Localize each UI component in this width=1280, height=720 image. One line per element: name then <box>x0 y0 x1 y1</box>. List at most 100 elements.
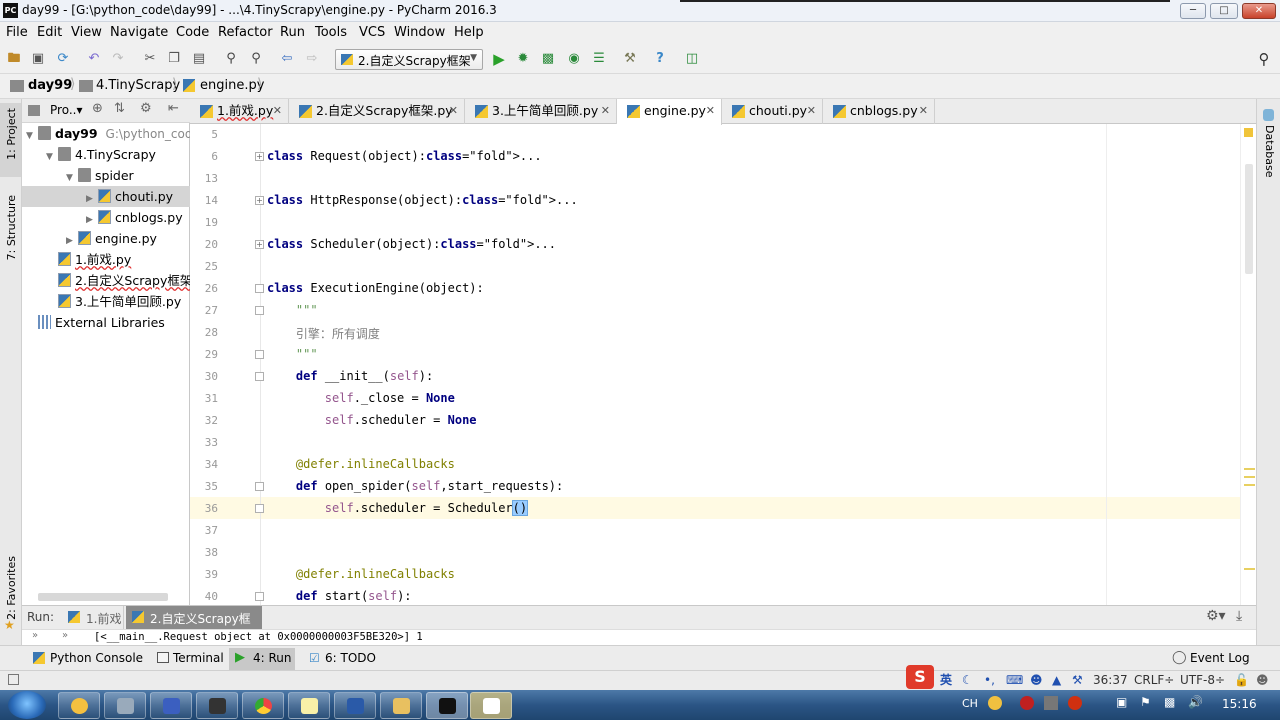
collapse-all-icon[interactable]: ⇅ <box>114 101 125 116</box>
caret-position[interactable]: 36:37 <box>1093 671 1128 689</box>
tab-cnblogs[interactable]: cnblogs.py ✕ <box>823 99 935 124</box>
menu-view[interactable]: View <box>71 25 102 40</box>
menu-window[interactable]: Window <box>394 25 445 40</box>
fold-expand-icon[interactable]: + <box>255 152 264 161</box>
sogou-ime-icon[interactable]: S <box>906 665 934 689</box>
shirt-icon[interactable]: ▲ <box>1052 671 1061 689</box>
taskbar-app[interactable] <box>58 692 100 719</box>
project-tool-button[interactable]: 1: Project <box>0 103 21 177</box>
punctuation-icon[interactable]: •, <box>984 671 995 689</box>
tray-icon[interactable] <box>1020 696 1034 710</box>
back-icon[interactable]: ⇦ <box>279 51 295 67</box>
monitor-icon[interactable]: ▩ <box>1164 695 1175 709</box>
menu-edit[interactable]: Edit <box>37 25 62 40</box>
pycharm-taskbar-icon[interactable] <box>426 692 468 719</box>
menu-refactor[interactable]: Refactor <box>218 25 273 40</box>
start-button-icon[interactable] <box>8 691 46 719</box>
close-icon[interactable]: ✕ <box>601 99 610 123</box>
tab-engine[interactable]: engine.py ✕ <box>617 99 722 125</box>
redo-icon[interactable]: ↷ <box>110 51 126 67</box>
debug-icon[interactable]: ✹ <box>515 51 531 67</box>
tree-item[interactable]: ▼ spider <box>22 165 190 186</box>
open-folder-icon[interactable]: 🖿 <box>6 51 22 67</box>
volume-icon[interactable]: 🔊 <box>1188 695 1203 709</box>
ime-mode[interactable]: 英 <box>940 671 952 689</box>
tree-item[interactable]: 2.自定义Scrapy框架.py <box>22 270 212 291</box>
taskbar-app[interactable] <box>104 692 146 719</box>
tree-item[interactable]: 1.前戏.py <box>22 249 190 270</box>
close-icon[interactable]: ✕ <box>273 99 282 123</box>
moon-icon[interactable]: ☾ <box>962 671 973 689</box>
copy-icon[interactable]: ❐ <box>166 51 182 67</box>
flag-icon[interactable]: ⚑ <box>1140 695 1151 709</box>
database-tool-button[interactable]: Database <box>1259 107 1279 178</box>
expand-icon[interactable]: » <box>62 630 68 641</box>
tab-2-custom-scrapy[interactable]: 2.自定义Scrapy框架.py ✕ <box>289 99 465 124</box>
forward-icon[interactable]: ⇨ <box>304 51 320 67</box>
profile-icon[interactable]: ◉ <box>566 51 582 67</box>
gear-icon[interactable]: ⚙▾ <box>1206 608 1226 624</box>
word-taskbar-icon[interactable] <box>334 692 376 719</box>
warning-status-icon[interactable] <box>1244 128 1253 137</box>
network-icon[interactable]: ▣ <box>1116 695 1127 709</box>
settings-icon[interactable]: ⚒ <box>622 51 638 67</box>
line-separator[interactable]: CRLF÷ <box>1134 671 1174 689</box>
fold-collapse-icon[interactable] <box>255 372 264 381</box>
file-encoding[interactable]: UTF-8÷ <box>1180 671 1225 689</box>
tree-item[interactable]: ▶ engine.py <box>22 228 190 249</box>
taskbar-app[interactable] <box>150 692 192 719</box>
sync-icon[interactable]: ⟳ <box>55 51 71 67</box>
tab-3-review[interactable]: 3.上午简单回顾.py ✕ <box>465 99 617 124</box>
tray-icon[interactable] <box>1068 696 1082 710</box>
explorer-taskbar-icon[interactable] <box>380 692 422 719</box>
close-icon[interactable]: ✕ <box>449 99 458 123</box>
sdk-icon[interactable]: ◫ <box>684 51 700 67</box>
help-icon[interactable]: ? <box>652 51 668 67</box>
user-icon[interactable]: ☻ <box>1030 671 1043 689</box>
fold-collapse-icon[interactable] <box>255 350 264 359</box>
replace-icon[interactable]: ⚲ <box>248 51 264 67</box>
scroll-from-source-icon[interactable]: ⊕ <box>92 101 103 116</box>
breadcrumb-file[interactable]: engine.py <box>200 78 264 93</box>
close-icon[interactable]: ✕ <box>919 99 928 123</box>
tree-item[interactable]: ▶ cnblogs.py <box>22 207 190 228</box>
tab-1-qianxi[interactable]: 1.前戏.py ✕ <box>190 99 289 124</box>
structure-tool-button[interactable]: 7: Structure <box>0 191 21 271</box>
project-view-selector[interactable]: Pro..▾ <box>50 103 82 117</box>
save-icon[interactable]: ▣ <box>30 51 46 67</box>
close-icon[interactable]: ✕ <box>706 99 715 123</box>
expand-icon[interactable]: » <box>32 630 38 641</box>
run-tab-qianxi[interactable]: 1.前戏 <box>62 606 124 629</box>
maximize-button[interactable]: □ <box>1210 3 1238 19</box>
menu-help[interactable]: Help <box>454 25 484 40</box>
breadcrumb-project[interactable]: day99 <box>28 78 72 93</box>
menu-vcs[interactable]: VCS <box>359 25 385 40</box>
favorites-tool-button[interactable]: 2: Favorites ★ <box>0 554 21 634</box>
fold-collapse-icon[interactable] <box>255 504 264 513</box>
paste-icon[interactable]: ▤ <box>191 51 207 67</box>
tab-chouti[interactable]: chouti.py ✕ <box>722 99 823 124</box>
menu-tools[interactable]: Tools <box>315 25 347 40</box>
todo-button[interactable]: ☑ 6: TODO <box>307 649 377 668</box>
find-icon[interactable]: ⚲ <box>223 51 239 67</box>
tool-windows-toggle-icon[interactable] <box>8 674 19 685</box>
search-everywhere-icon[interactable]: ⚲ <box>1256 51 1272 67</box>
close-button[interactable]: ✕ <box>1242 3 1276 19</box>
fold-collapse-icon[interactable] <box>255 306 264 315</box>
tree-item[interactable]: 3.上午简单回顾.py <box>22 291 190 312</box>
minimize-button[interactable]: ─ <box>1180 3 1206 19</box>
fold-collapse-icon[interactable] <box>255 482 264 491</box>
run-tab-custom-scrapy[interactable]: 2.自定义Scrapy框架 <box>126 606 262 643</box>
fold-collapse-icon[interactable] <box>255 592 264 601</box>
lock-icon[interactable]: 🔓 <box>1234 671 1249 689</box>
tray-icon[interactable] <box>1044 696 1058 710</box>
tree-item[interactable]: External Libraries <box>22 312 190 333</box>
inspector-icon[interactable]: ☻ <box>1256 671 1269 689</box>
run-config-select[interactable]: 2.自定义Scrapy框架 ▼ <box>335 49 483 70</box>
run-tool-button[interactable]: ▶ 4: Run <box>229 648 295 670</box>
warning-marker[interactable] <box>1244 476 1255 478</box>
menu-file[interactable]: File <box>6 25 28 40</box>
hide-panel-icon[interactable]: ⤓ <box>1236 608 1242 624</box>
menu-run[interactable]: Run <box>280 25 305 40</box>
vertical-scrollbar[interactable] <box>1245 164 1253 274</box>
